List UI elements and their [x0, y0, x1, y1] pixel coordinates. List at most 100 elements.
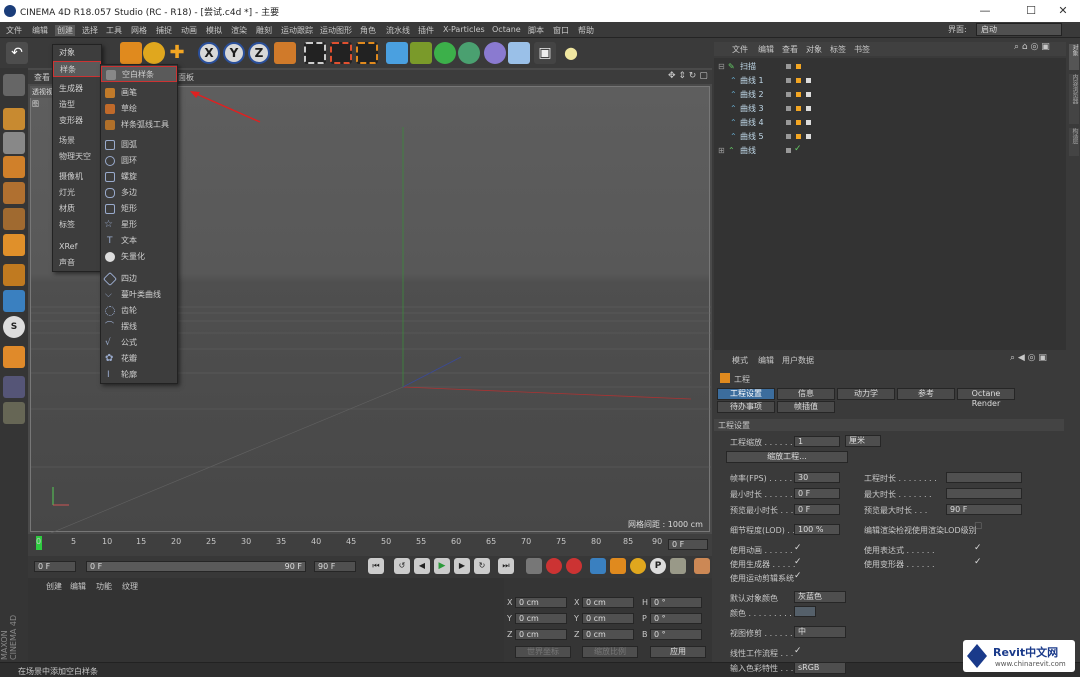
coordinate-system-icon[interactable]: [274, 42, 296, 64]
spline-star[interactable]: ☆ 星形: [101, 217, 177, 233]
tab-project-settings[interactable]: 工程设置: [717, 388, 775, 400]
workplane-icon[interactable]: [3, 376, 25, 398]
obj-menu-edit[interactable]: 编辑: [758, 44, 774, 55]
snap-icon[interactable]: S: [3, 316, 25, 338]
spline-cogwheel[interactable]: 齿轮: [101, 303, 177, 319]
expand-icon[interactable]: ⊞: [718, 144, 725, 157]
lod-render-checkbox[interactable]: ☐: [974, 522, 982, 532]
scale-field[interactable]: 1: [794, 436, 840, 447]
attr-nav-icons[interactable]: ⌕ ◀ ◎ ▣: [1010, 353, 1047, 363]
size-mode-select[interactable]: 缩放比例: [582, 646, 638, 658]
visibility-dot[interactable]: [786, 134, 791, 139]
edges-mode-icon[interactable]: [3, 208, 25, 230]
spline-cissoid[interactable]: ⌵ 蔓叶类曲线: [101, 287, 177, 303]
render-settings-icon[interactable]: [356, 42, 378, 64]
viewport-nav-icons[interactable]: ✥ ⇕ ↻ ▢: [668, 71, 708, 81]
spline-formula[interactable]: √ 公式: [101, 335, 177, 351]
camera-icon[interactable]: ▣: [534, 42, 556, 64]
axis-mode-icon[interactable]: [3, 264, 25, 286]
create-menu-object[interactable]: 对象: [53, 45, 101, 61]
scale-unit-select[interactable]: 厘米: [845, 435, 881, 447]
object-row[interactable]: ⌃ 曲线 3: [716, 102, 1056, 115]
maximize-button[interactable]: ☐: [1014, 0, 1048, 22]
use-gen-checkbox[interactable]: ✓: [794, 557, 802, 567]
visibility-dot[interactable]: [786, 64, 791, 69]
model-mode-icon[interactable]: [3, 108, 25, 130]
pla-key-icon[interactable]: [670, 558, 686, 574]
rot-b-field[interactable]: 0 °: [650, 629, 702, 640]
menu-select[interactable]: 选择: [82, 25, 98, 36]
spline-4side[interactable]: 四边: [101, 271, 177, 287]
side-tab-layers[interactable]: 层: [1069, 138, 1079, 156]
rotate-tool-icon[interactable]: [143, 42, 165, 64]
obj-manager-search-icon[interactable]: ⌕ ⌂ ◎ ▣: [1014, 42, 1050, 52]
cube-primitive-icon[interactable]: [386, 42, 408, 64]
object-row[interactable]: ⌃ 曲线 2: [716, 88, 1056, 101]
start-frame-field[interactable]: 0 F: [34, 561, 76, 572]
menu-pipeline[interactable]: 流水线: [386, 25, 410, 36]
create-menu-scene[interactable]: 场景: [53, 133, 101, 149]
x-axis-lock-icon[interactable]: X: [198, 42, 220, 64]
obj-menu-tag[interactable]: 标签: [830, 44, 846, 55]
obj-menu-file[interactable]: 文件: [732, 44, 748, 55]
menu-create[interactable]: 创建: [55, 25, 75, 36]
obj-menu-object[interactable]: 对象: [806, 44, 822, 55]
range-slider[interactable]: 0 F 90 F: [86, 561, 306, 572]
size-z-field[interactable]: 0 cm: [582, 629, 634, 640]
obj-menu-view[interactable]: 查看: [782, 44, 798, 55]
prev-frame-icon[interactable]: ◀: [414, 558, 430, 574]
object-row[interactable]: ⊟ ✎ 扫描: [716, 60, 1056, 73]
spline-rectangle[interactable]: 矩形: [101, 201, 177, 217]
tab-dynamics[interactable]: 动力学: [837, 388, 895, 400]
menu-octane[interactable]: Octane: [492, 25, 521, 34]
project-length-field[interactable]: [946, 472, 1022, 483]
menu-mesh[interactable]: 网格: [131, 25, 147, 36]
polygons-mode-icon[interactable]: [3, 234, 25, 256]
pos-x-field[interactable]: 0 cm: [515, 597, 567, 608]
create-menu-spline[interactable]: 样条: [53, 61, 101, 77]
subdivision-icon[interactable]: [434, 42, 456, 64]
object-row[interactable]: ⊞ ⌃ 曲线 ✓: [716, 144, 1056, 157]
add-tool-icon[interactable]: ✚: [166, 42, 188, 64]
z-axis-lock-icon[interactable]: Z: [248, 42, 270, 64]
spline-flower[interactable]: ✿ 花瓣: [101, 351, 177, 367]
menu-snap[interactable]: 捕捉: [156, 25, 172, 36]
menu-edit[interactable]: 编辑: [32, 25, 48, 36]
menu-character[interactable]: 角色: [360, 25, 376, 36]
next-frame-icon[interactable]: ▶: [454, 558, 470, 574]
menu-simulate[interactable]: 模拟: [206, 25, 222, 36]
tweak-mode-icon[interactable]: [3, 290, 25, 312]
mat-menu-function[interactable]: 功能: [96, 581, 112, 592]
param-key-icon[interactable]: P: [650, 558, 666, 574]
spline-ngon[interactable]: 多边: [101, 185, 177, 201]
use-expr-checkbox[interactable]: ✓: [974, 543, 982, 553]
apply-button[interactable]: 应用: [650, 646, 706, 658]
side-tab-objects[interactable]: 对象: [1069, 44, 1079, 70]
preview-min-field[interactable]: 0 F: [794, 504, 840, 515]
obj-menu-bookmark[interactable]: 书签: [854, 44, 870, 55]
auto-key-icon[interactable]: [566, 558, 582, 574]
visibility-dot[interactable]: [786, 120, 791, 125]
create-menu-tag[interactable]: 标签: [53, 217, 101, 233]
goto-start-icon[interactable]: ⏮: [368, 558, 384, 574]
object-row[interactable]: ⌃ 曲线 5: [716, 130, 1056, 143]
attr-menu-userdata[interactable]: 用户数据: [782, 355, 814, 366]
play-icon[interactable]: ▶: [434, 558, 450, 574]
color-swatch[interactable]: [794, 606, 816, 617]
spline-circle[interactable]: 圆环: [101, 153, 177, 169]
tab-todo[interactable]: 待办事项: [717, 401, 775, 413]
spline-text[interactable]: T 文本: [101, 233, 177, 249]
menu-script[interactable]: 脚本: [528, 25, 544, 36]
default-color-select[interactable]: 灰蓝色: [794, 591, 846, 603]
min-time-field[interactable]: 0 F: [794, 488, 840, 499]
create-menu-camera[interactable]: 摄像机: [53, 169, 101, 185]
minimize-button[interactable]: —: [968, 0, 1002, 22]
input-color-select[interactable]: sRGB: [794, 662, 846, 674]
goto-end-icon[interactable]: ⏭: [498, 558, 514, 574]
timeline-ruler[interactable]: 0 5 10 15 20 25 30 35 40 45 50 55 60 65 …: [28, 534, 712, 556]
keyframe-selection-icon[interactable]: [526, 558, 542, 574]
light-icon[interactable]: ●: [560, 42, 582, 64]
menu-xparticles[interactable]: X-Particles: [443, 25, 485, 34]
expand-icon[interactable]: ⊟: [718, 60, 725, 73]
tab-octane-render[interactable]: Octane Render: [957, 388, 1015, 408]
